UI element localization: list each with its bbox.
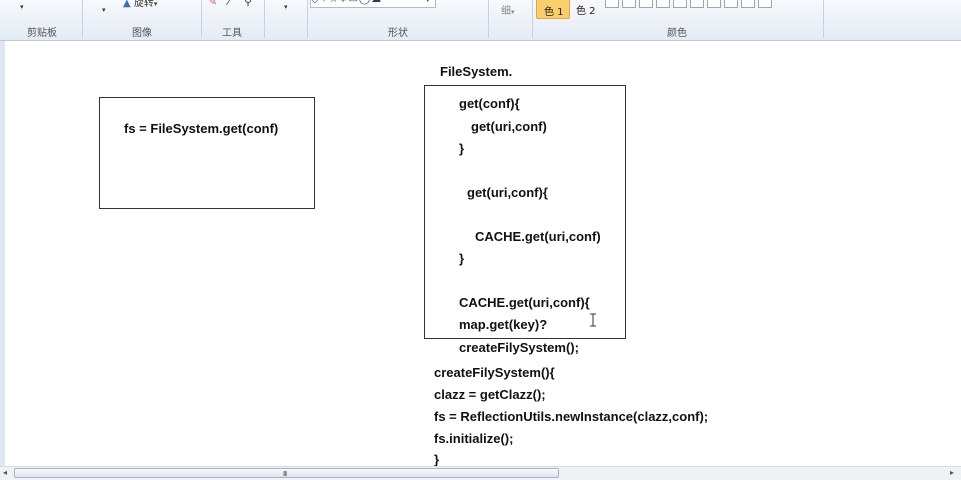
scroll-right-arrow-icon[interactable]: ▸ — [950, 468, 954, 477]
fs-assignment-text: fs = FileSystem.get(conf) — [124, 121, 279, 136]
paste-dropdown-arrow[interactable]: ▾ — [20, 3, 24, 11]
shapes-more-arrow[interactable]: ▾ — [426, 0, 430, 4]
code-line: fs.initialize(); — [434, 431, 514, 446]
shape-cloud-icon[interactable]: ☁ — [371, 0, 382, 5]
color-swatch[interactable] — [690, 0, 704, 8]
magnifier-icon[interactable]: ⚲ — [244, 0, 252, 8]
horizontal-scrollbar[interactable]: ◂ III ▸ — [0, 466, 961, 480]
shape-diamond-icon[interactable]: ◇ — [311, 0, 320, 5]
color1-label: 色 1 — [544, 7, 564, 18]
color-picker-icon[interactable]: ⁄ — [228, 0, 230, 8]
rotate-button[interactable]: ▲ 旋转▾ — [123, 0, 157, 9]
size-group: 细▾ — [489, 0, 532, 40]
color1-button[interactable]: 色 1 — [536, 0, 570, 19]
colors-group: 色 1 色 2 颜色 — [533, 0, 823, 40]
code-line: } — [459, 141, 465, 156]
colors-group-label: 颜色 — [667, 28, 687, 39]
shapes-gallery[interactable]: ◇✧☆✡▭◯☁ — [310, 0, 436, 8]
color-swatch[interactable] — [707, 0, 721, 8]
color-swatch[interactable] — [724, 0, 738, 8]
select-dropdown-arrow[interactable]: ▾ — [102, 6, 106, 14]
color-swatch[interactable] — [758, 0, 772, 8]
code-line: get(uri,conf) — [471, 119, 547, 134]
color-swatch[interactable] — [605, 0, 619, 8]
color-swatch[interactable] — [673, 0, 687, 8]
scrollbar-grip: III — [283, 470, 287, 478]
scrollbar-thumb[interactable]: III — [14, 468, 559, 478]
code-line: CACHE.get(uri,conf) — [475, 229, 601, 244]
size-dropdown[interactable]: 细▾ — [501, 2, 515, 17]
color2-button[interactable]: 色 2 — [573, 0, 603, 19]
code-line: fs = ReflectionUtils.newInstance(clazz,c… — [434, 409, 709, 424]
color-swatch[interactable] — [741, 0, 755, 8]
image-group-label: 图像 — [132, 28, 152, 39]
ribbon-separator — [823, 0, 824, 38]
brushes-dropdown-arrow[interactable]: ▾ — [284, 3, 288, 11]
image-group: ▾ ▲ 旋转▾ 图像 — [83, 0, 201, 40]
tools-group: ✎ ⁄ ⚲ 工具 — [202, 0, 264, 40]
brushes-group: ▾ — [265, 0, 307, 40]
filesystem-title: FileSystem. — [440, 64, 513, 79]
code-line: } — [434, 452, 440, 467]
code-line: } — [459, 251, 465, 266]
shapes-group: ◇✧☆✡▭◯☁ ▾ 形状 — [308, 0, 488, 40]
eraser-icon[interactable]: ✎ — [208, 0, 217, 8]
clipboard-group-label: 剪贴板 — [27, 28, 57, 39]
color-swatch[interactable] — [622, 0, 636, 8]
code-line: createFilySystem(); — [459, 340, 579, 355]
shapes-group-label: 形状 — [388, 28, 408, 39]
shape-oval-callout-icon[interactable]: ◯ — [359, 0, 371, 5]
code-line: CACHE.get(uri,conf){ — [459, 295, 590, 310]
code-line: createFilySystem(){ — [434, 365, 555, 380]
code-line: clazz = getClazz(); — [434, 387, 546, 402]
scroll-left-arrow-icon[interactable]: ◂ — [3, 468, 7, 477]
shape-star5-icon[interactable]: ☆ — [329, 0, 339, 5]
code-line: get(conf){ — [459, 96, 520, 111]
text-cursor-icon — [590, 313, 596, 327]
color-swatch[interactable] — [639, 0, 653, 8]
left-rectangle — [99, 97, 315, 209]
canvas-left-edge — [0, 41, 5, 466]
rotate-label: 旋转 — [133, 0, 154, 9]
clipboard-group: ▾ 剪贴板 — [0, 0, 82, 40]
shape-callout-icon[interactable]: ▭ — [348, 0, 358, 5]
code-line: get(uri,conf){ — [467, 185, 548, 200]
code-line: map.get(key)? — [459, 317, 548, 332]
tools-group-label: 工具 — [222, 28, 242, 39]
color2-label: 色 2 — [576, 6, 596, 17]
shape-star4-icon[interactable]: ✧ — [320, 0, 329, 5]
color-swatch[interactable] — [656, 0, 670, 8]
size-label: 细 — [501, 6, 511, 17]
ribbon-toolbar: ▾ 剪贴板 ▾ ▲ 旋转▾ 图像 ✎ ⁄ ⚲ 工具 ▾ ◇✧☆✡▭◯☁ ▾ 形状… — [0, 0, 961, 41]
rotate-icon: ▲ — [123, 0, 131, 9]
